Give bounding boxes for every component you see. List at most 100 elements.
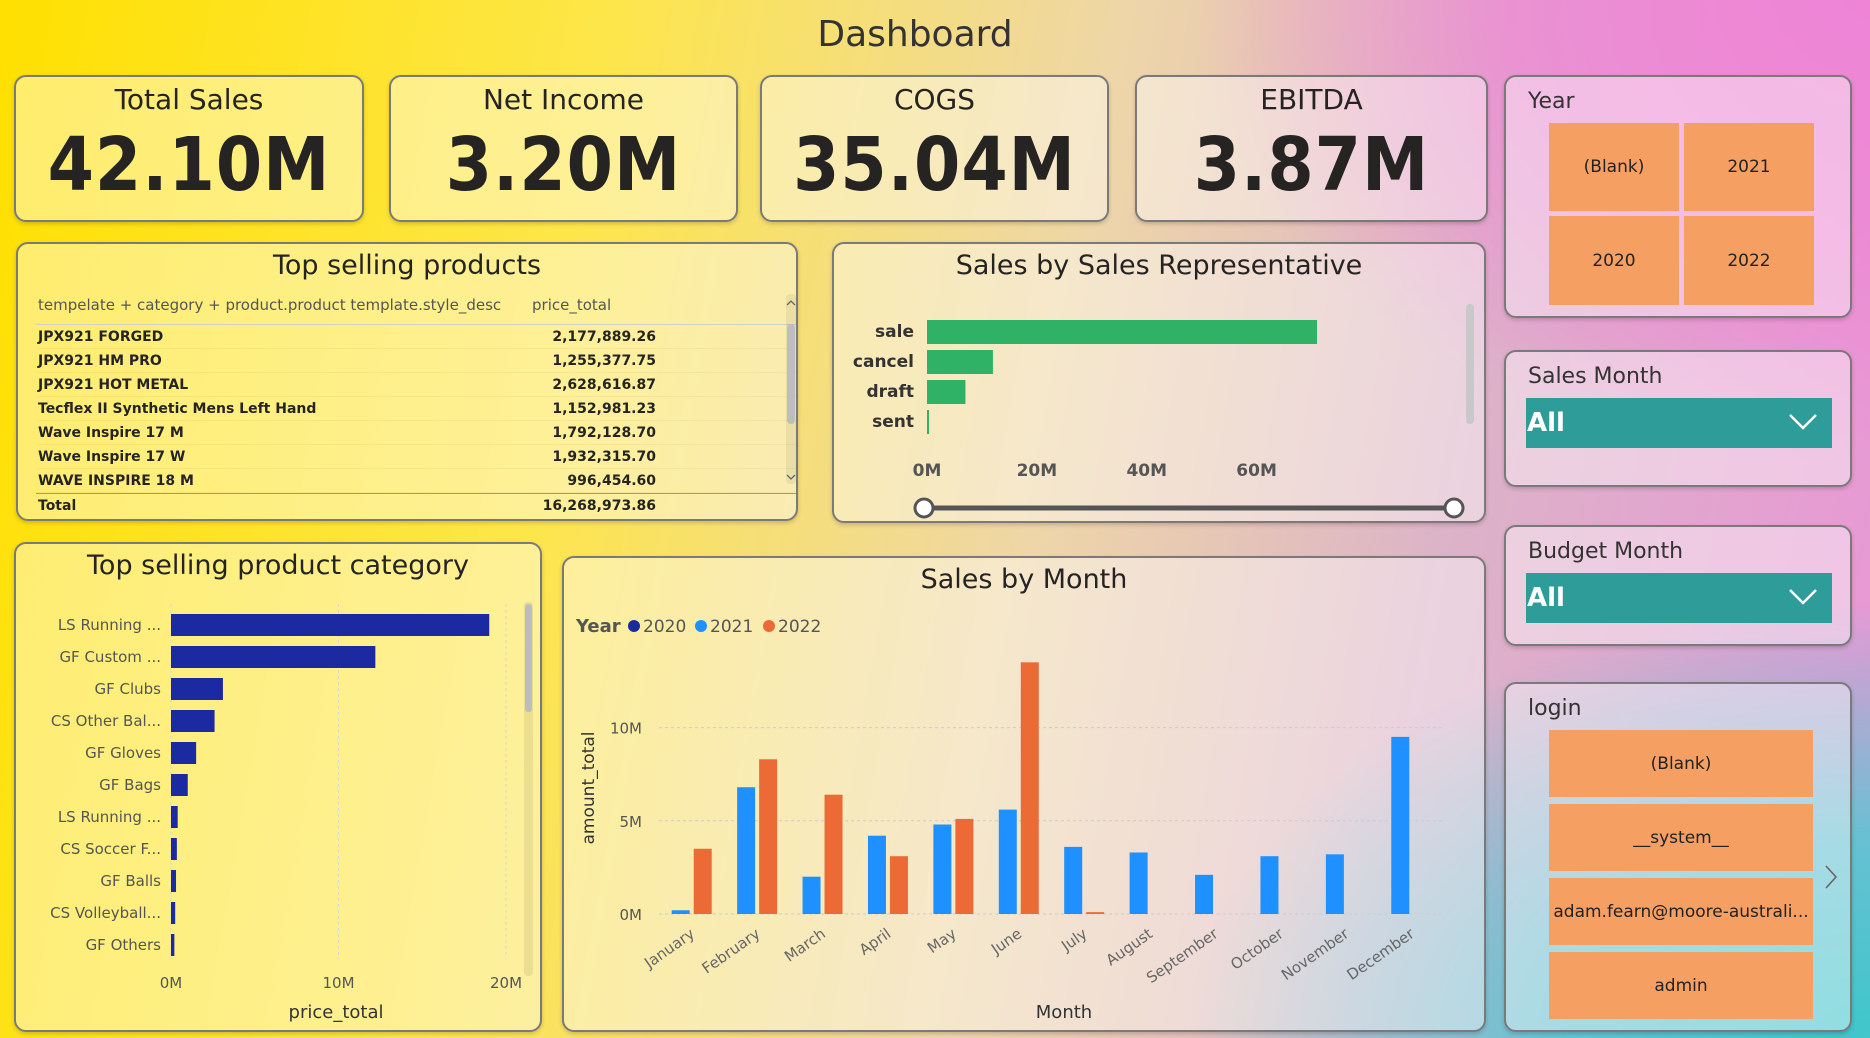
- cell-price: 1,932,315.70: [552, 448, 656, 465]
- bar: [933, 824, 952, 914]
- table-row[interactable]: Wave Inspire 17 M 1,792,128.70: [36, 421, 796, 445]
- bar: [1325, 854, 1344, 914]
- kpi-title: EBITDA: [1260, 83, 1363, 116]
- column-header[interactable]: price_total: [522, 296, 611, 314]
- slider-handle-start[interactable]: [913, 497, 935, 519]
- category-label: March: [781, 925, 829, 966]
- bar: [1391, 736, 1410, 914]
- category-label: LS Running ...: [58, 616, 161, 634]
- category-label: sale: [875, 322, 914, 342]
- axis-tick-label: 10M: [322, 974, 354, 992]
- bar: [927, 320, 1318, 344]
- column-header[interactable]: tempelate + category + product.product t…: [36, 296, 522, 314]
- sales-rep-chart: sale cancel draft sent 0M 20M 40M 60M: [853, 304, 1474, 519]
- table-row[interactable]: WAVE INSPIRE 18 M 996,454.60: [36, 469, 796, 493]
- sales-month-dropdown[interactable]: All: [1526, 398, 1832, 448]
- category-label: December: [1344, 924, 1419, 984]
- table-scrollbar[interactable]: [786, 294, 796, 484]
- bar: [693, 848, 712, 914]
- kpi-card-total-sales: Total Sales 42.10M: [14, 75, 364, 222]
- chevron-down-icon[interactable]: [1788, 583, 1818, 609]
- bar: [171, 806, 178, 828]
- legend-marker: [628, 620, 640, 632]
- table-row[interactable]: JPX921 FORGED 2,177,889.26: [36, 325, 796, 349]
- year-option-blank[interactable]: (Blank): [1549, 123, 1679, 211]
- category-label: GF Bags: [99, 776, 161, 794]
- category-label: sent: [872, 412, 914, 432]
- legend-marker: [695, 620, 707, 632]
- login-option-system[interactable]: __system__: [1549, 804, 1813, 871]
- page-title: Dashboard: [817, 14, 1013, 55]
- table-row[interactable]: JPX921 HOT METAL 2,628,616.87: [36, 373, 796, 397]
- products-table: tempelate + category + product.product t…: [36, 296, 796, 517]
- category-visual: Top selling product category LS Running …: [14, 542, 542, 1032]
- bar: [927, 410, 929, 434]
- scrollbar-thumb: [525, 604, 532, 712]
- category-label: June: [987, 925, 1025, 959]
- axis-title: price_total: [289, 1002, 384, 1023]
- category-label: GF Clubs: [94, 680, 161, 698]
- kpi-value: 42.10M: [47, 122, 331, 208]
- legend-label: 2021: [710, 617, 753, 637]
- bar: [1064, 846, 1083, 914]
- bar: [171, 614, 490, 636]
- category-label: CS Soccer F...: [60, 840, 161, 858]
- bar: [927, 350, 993, 374]
- category-label: GF Balls: [100, 872, 161, 890]
- chevron-right-icon[interactable]: [1824, 864, 1838, 890]
- cell-price: 2,628,616.87: [552, 376, 656, 393]
- chevron-down-icon[interactable]: [1788, 408, 1818, 434]
- slicer-label: Sales Month: [1528, 364, 1663, 389]
- budget-month-slicer: Budget Month All: [1504, 525, 1852, 646]
- bar: [1129, 852, 1148, 914]
- login-option-admin[interactable]: admin: [1549, 952, 1813, 1019]
- budget-month-dropdown[interactable]: All: [1526, 573, 1832, 623]
- axis-tick-label: 0M: [620, 906, 643, 924]
- slicer-label: login: [1528, 696, 1582, 721]
- kpi-title: Net Income: [482, 83, 645, 116]
- legend-label: 2022: [778, 617, 821, 637]
- category-label: CS Volleyball...: [50, 904, 161, 922]
- login-option-adam[interactable]: adam.fearn@moore-australi...: [1549, 878, 1813, 945]
- legend-marker: [763, 620, 775, 632]
- category-label: cancel: [853, 352, 914, 372]
- year-option-2020[interactable]: 2020: [1549, 216, 1679, 305]
- axis-tick-label: 0M: [160, 974, 183, 992]
- category-label: February: [699, 924, 764, 977]
- cell-price: 2,177,889.26: [552, 328, 656, 345]
- cell-product: JPX921 HM PRO: [38, 352, 162, 369]
- scrollbar-thumb[interactable]: [787, 324, 795, 424]
- category-label: GF Gloves: [85, 744, 161, 762]
- cell-product: WAVE INSPIRE 18 M: [38, 472, 194, 489]
- category-label: May: [924, 924, 960, 957]
- scroll-down-icon[interactable]: [786, 472, 796, 482]
- total-label: Total: [38, 497, 77, 514]
- bar: [802, 876, 821, 914]
- dropdown-value: All: [1527, 408, 1565, 438]
- scroll-up-icon[interactable]: [786, 298, 796, 308]
- kpi-title: COGS: [893, 83, 976, 116]
- category-label: July: [1057, 924, 1090, 955]
- category-chart: LS Running ... GF Custom ... GF Clubs CS Ot…: [50, 602, 533, 1023]
- sales-month-slicer: Sales Month All: [1504, 350, 1852, 487]
- category-label: CS Other Bal...: [51, 712, 161, 730]
- category-label: April: [856, 925, 894, 959]
- table-row[interactable]: JPX921 HM PRO 1,255,377.75: [36, 349, 796, 373]
- table-row[interactable]: Tecflex II Synthetic Mens Left Hand 1,15…: [36, 397, 796, 421]
- cell-price: 1,255,377.75: [552, 352, 656, 369]
- bar: [171, 902, 176, 924]
- year-option-2021[interactable]: 2021: [1684, 123, 1814, 211]
- year-option-2022[interactable]: 2022: [1684, 216, 1814, 305]
- cell-product: JPX921 HOT METAL: [38, 376, 189, 393]
- axis-tick-label: 20M: [490, 974, 522, 992]
- sales-month-visual: Sales by Month Year 2020 2021 2022 0M 5M 10M am…: [562, 556, 1486, 1032]
- login-option-blank[interactable]: (Blank): [1549, 730, 1813, 797]
- table-row[interactable]: Wave Inspire 17 W 1,932,315.70: [36, 445, 796, 469]
- kpi-card-ebitda: EBITDA 3.87M: [1135, 75, 1488, 222]
- bar: [671, 910, 690, 914]
- category-label: LS Running ...: [58, 808, 161, 826]
- sales-month-chart: Year 2020 2021 2022 0M 5M 10M amount_total Janua…: [575, 616, 1444, 1023]
- slider-handle-end[interactable]: [1443, 497, 1465, 519]
- legend-title: Year: [575, 616, 621, 637]
- bar: [171, 678, 223, 700]
